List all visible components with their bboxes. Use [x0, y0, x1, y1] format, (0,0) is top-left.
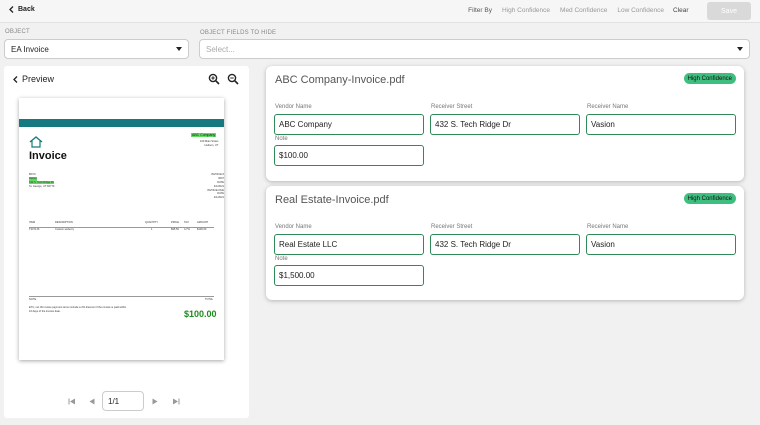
fields-to-hide-select[interactable]: Select...: [199, 39, 750, 59]
object-select-value: EA Invoice: [11, 44, 49, 54]
prev-page-icon[interactable]: [89, 398, 95, 405]
note-label: Note: [275, 256, 288, 262]
object-select[interactable]: EA Invoice: [4, 39, 189, 59]
confidence-badge: High Confidence: [683, 73, 736, 84]
receiver-name-field[interactable]: Vasion: [586, 234, 736, 255]
caret-down-icon: [176, 47, 182, 51]
doc-total-value: $100.00: [184, 309, 217, 319]
filter-med-confidence[interactable]: Med Confidence: [560, 7, 607, 14]
doc-table-row: T2471JS Custom weberry 1 $95.50 4.7% $10…: [29, 228, 207, 231]
invoice-document-preview: ABC Company 100 Main Street Hudson, UT I…: [19, 98, 224, 360]
house-logo-icon: [29, 136, 43, 148]
save-button[interactable]: Save: [707, 2, 751, 20]
page-number-input[interactable]: 1/1: [102, 391, 144, 411]
top-bar: Back Filter By High Confidence Med Confi…: [0, 0, 760, 23]
receiver-street-label: Receiver Street: [431, 224, 473, 230]
zoom-out-icon[interactable]: [227, 73, 239, 85]
preview-toggle[interactable]: Preview: [13, 74, 54, 84]
note-field[interactable]: $100.00: [274, 145, 424, 166]
filter-high-confidence[interactable]: High Confidence: [502, 7, 550, 14]
doc-notes-label: NOTE: [29, 298, 37, 301]
note-field[interactable]: $1,500.00: [274, 265, 424, 286]
filter-low-confidence[interactable]: Low Confidence: [617, 7, 664, 14]
receiver-name-field[interactable]: Vasion: [586, 114, 736, 135]
first-page-icon[interactable]: [68, 398, 76, 405]
vendor-name-label: Vendor Name: [275, 224, 312, 230]
zoom-in-icon[interactable]: [208, 73, 220, 85]
header-band: [19, 119, 224, 127]
doc-heading: Invoice: [29, 150, 67, 162]
chevron-left-icon: [13, 75, 18, 83]
caret-down-icon: [737, 47, 743, 51]
card-title: Real Estate-Invoice.pdf: [275, 194, 389, 206]
back-button[interactable]: Back: [9, 6, 35, 13]
fields-to-hide-label: OBJECT FIELDS TO HIDE: [200, 30, 277, 36]
confidence-badge: High Confidence: [683, 193, 736, 204]
next-page-icon[interactable]: [152, 398, 158, 405]
object-label: OBJECT: [5, 29, 30, 35]
receiver-street-field[interactable]: 432 S. Tech Ridge Dr: [430, 114, 580, 135]
page-number-value: 1/1: [108, 396, 120, 406]
doc-table-header: ITEM DESCRIPTION QUANTITY PRICE TAX AMOU…: [29, 221, 209, 224]
back-label: Back: [18, 6, 35, 13]
pager: 1/1: [4, 391, 249, 413]
filter-label: Filter By: [468, 7, 492, 14]
card-title: ABC Company-Invoice.pdf: [275, 74, 405, 86]
last-page-icon[interactable]: [172, 398, 180, 405]
chevron-left-icon: [9, 6, 14, 13]
receiver-name-label: Receiver Name: [587, 104, 629, 110]
receiver-street-label: Receiver Street: [431, 104, 473, 110]
doc-total-label: TOTAL: [205, 298, 214, 301]
note-label: Note: [275, 136, 288, 142]
receiver-name-label: Receiver Name: [587, 224, 629, 230]
vendor-name-field[interactable]: ABC Company: [274, 114, 424, 135]
filter-group: Filter By High Confidence Med Confidence…: [468, 7, 664, 14]
preview-panel: Preview ABC Company 100 Main Street Huds…: [4, 66, 249, 418]
doc-meta: INVOICE # 0007 DATE 4/1/2021 INVOICE DUE…: [207, 173, 224, 200]
vendor-name-field[interactable]: Real Estate LLC: [274, 234, 424, 255]
receiver-street-field[interactable]: 432 S. Tech Ridge Dr: [430, 234, 580, 255]
document-card[interactable]: ABC Company-Invoice.pdf High Confidence …: [266, 66, 744, 181]
fields-to-hide-placeholder: Select...: [206, 44, 235, 54]
clear-button[interactable]: Clear: [673, 7, 689, 14]
vendor-name-label: Vendor Name: [275, 104, 312, 110]
document-card[interactable]: Real Estate-Invoice.pdf High Confidence …: [266, 186, 744, 300]
doc-bill-to: Bill To Vasion 432 S. Tech Ridge Dr St. …: [29, 173, 55, 188]
doc-notes-text: ETC, net 30 invoice payment terms includ…: [29, 306, 127, 313]
preview-title: Preview: [22, 74, 55, 84]
doc-rule: [29, 296, 214, 297]
doc-company: ABC Company: [191, 133, 217, 137]
doc-address: 100 Main Street Hudson, UT: [200, 140, 219, 147]
